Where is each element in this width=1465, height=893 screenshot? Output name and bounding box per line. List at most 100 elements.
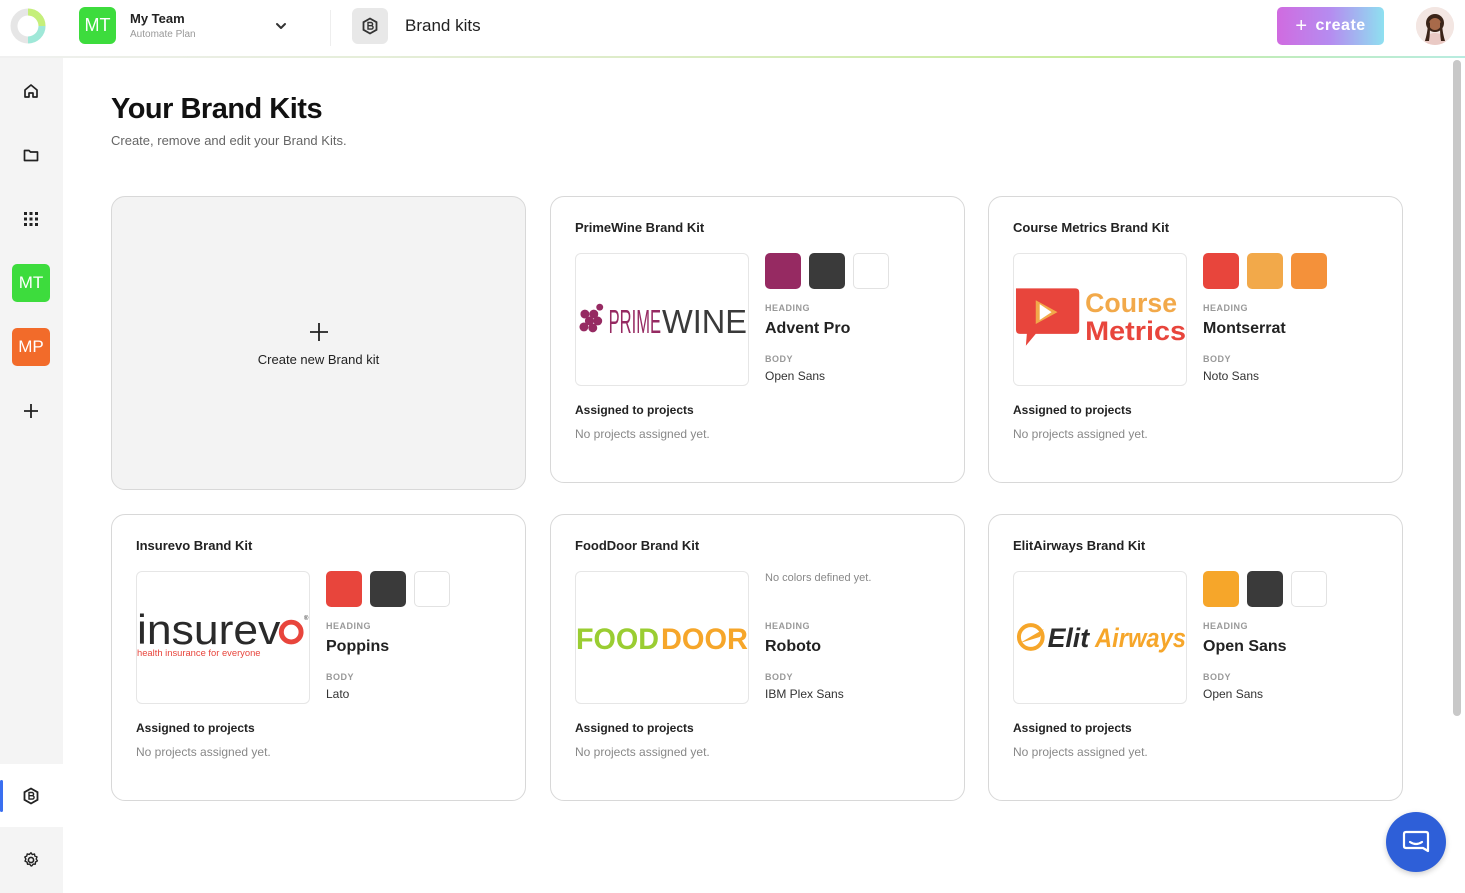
kit-logo: PRIME WINE (575, 253, 749, 386)
body-font: Lato (326, 687, 350, 701)
brand-kit-card-fooddoor[interactable]: FoodDoor Brand Kit FOOD DOOR No colors d… (550, 514, 965, 801)
sidebar-team-mp[interactable]: MP (12, 328, 50, 366)
color-swatch[interactable] (1247, 571, 1283, 607)
assigned-label: Assigned to projects (575, 403, 694, 417)
brand-kit-card-insurevo[interactable]: Insurevo Brand Kit insurev ® health insu… (111, 514, 526, 801)
chat-support-button[interactable] (1386, 812, 1446, 872)
app-logo-icon[interactable] (10, 5, 46, 47)
assigned-label: Assigned to projects (1013, 721, 1132, 735)
assigned-label: Assigned to projects (1013, 403, 1132, 417)
assigned-value: No projects assigned yet. (575, 427, 710, 441)
chat-icon (1402, 830, 1430, 853)
heading-label: HEADING (765, 621, 811, 631)
color-swatch[interactable] (1291, 571, 1327, 607)
heading-font: Roboto (765, 638, 821, 655)
sidebar-team-mt[interactable]: MT (12, 264, 50, 302)
logo-text-wine: WINE (662, 303, 747, 340)
kit-logo: FOOD DOOR (575, 571, 749, 704)
color-swatch[interactable] (414, 571, 450, 607)
kit-name: Course Metrics Brand Kit (1013, 220, 1170, 235)
body-font: Open Sans (765, 369, 826, 383)
sidebar: MT MP (0, 58, 63, 893)
kit-logo: insurev ® health insurance for everyone (136, 571, 310, 704)
no-colors-text: No colors defined yet. (765, 572, 872, 584)
apps-grid-icon[interactable] (12, 200, 50, 238)
color-swatch[interactable] (370, 571, 406, 607)
heading-label: HEADING (765, 303, 811, 313)
logo-text-food: FOOD (576, 622, 659, 655)
brand-kit-nav-icon[interactable] (12, 777, 50, 815)
kit-name: ElitAirways Brand Kit (1013, 538, 1146, 553)
heading-font: Open Sans (1203, 638, 1287, 655)
heading-font: Advent Pro (765, 320, 851, 337)
brand-kit-card-primewine[interactable]: PrimeWine Brand Kit PRIME WINE HEADING A… (550, 196, 965, 483)
logo-text-door: DOOR (661, 622, 748, 655)
assigned-value: No projects assigned yet. (1013, 745, 1148, 759)
header-accent-line (0, 56, 1465, 58)
color-swatch[interactable] (1291, 253, 1327, 289)
color-swatch[interactable] (853, 253, 889, 289)
body-label: BODY (1203, 354, 1232, 364)
heading-font: Montserrat (1203, 320, 1286, 337)
team-plan: Automate Plan (130, 29, 196, 40)
color-swatch[interactable] (1203, 571, 1239, 607)
create-button[interactable]: + create (1277, 7, 1384, 45)
active-indicator (0, 780, 3, 812)
scrollbar[interactable] (1453, 60, 1461, 716)
color-swatches (1203, 571, 1327, 607)
color-swatch[interactable] (1247, 253, 1283, 289)
body-label: BODY (765, 354, 794, 364)
user-avatar[interactable] (1416, 7, 1454, 45)
chevron-down-icon[interactable] (271, 16, 291, 36)
kit-logo: Elit Airways (1013, 571, 1187, 704)
color-swatches (326, 571, 450, 607)
logo-tagline: health insurance for everyone (137, 646, 261, 657)
kit-name: PrimeWine Brand Kit (575, 220, 705, 235)
plus-icon: + (1295, 14, 1308, 37)
create-brand-kit-card[interactable]: Create new Brand kit (111, 196, 526, 490)
kit-name: FoodDoor Brand Kit (575, 538, 700, 553)
svg-text:®: ® (304, 615, 309, 622)
heading-label: HEADING (1203, 621, 1249, 631)
color-swatch[interactable] (326, 571, 362, 607)
kit-logo: Course Metrics (1013, 253, 1187, 386)
create-button-label: create (1315, 17, 1366, 34)
create-brand-kit-label: Create new Brand kit (257, 351, 380, 367)
plus-icon (309, 320, 329, 346)
brand-kit-card-course-metrics[interactable]: Course Metrics Brand Kit Course Metrics … (988, 196, 1403, 483)
add-team-icon[interactable] (12, 392, 50, 430)
logo-text-airways: Airways (1094, 622, 1186, 652)
heading-font: Poppins (326, 638, 390, 655)
page-title: Your Brand Kits (111, 93, 323, 125)
folder-icon[interactable] (12, 136, 50, 174)
brand-kit-card-elitairways[interactable]: ElitAirways Brand Kit Elit Airways HEADI… (988, 514, 1403, 801)
body-label: BODY (1203, 672, 1232, 682)
assigned-value: No projects assigned yet. (1013, 427, 1148, 441)
body-label: BODY (765, 672, 794, 682)
assigned-value: No projects assigned yet. (136, 745, 271, 759)
page-subtitle: Create, remove and edit your Brand Kits. (111, 133, 347, 148)
logo-text-prime: PRIME (609, 303, 661, 340)
logo-text-metrics: Metrics (1085, 315, 1186, 345)
assigned-label: Assigned to projects (575, 721, 694, 735)
color-swatch[interactable] (1203, 253, 1239, 289)
body-font: IBM Plex Sans (765, 687, 844, 701)
heading-label: HEADING (1203, 303, 1249, 313)
body-label: BODY (326, 672, 355, 682)
page-section-title: Brand kits (405, 16, 481, 35)
home-icon[interactable] (12, 72, 50, 110)
logo-text-elit: Elit (1048, 622, 1091, 652)
color-swatch[interactable] (809, 253, 845, 289)
assigned-value: No projects assigned yet. (575, 745, 710, 759)
assigned-label: Assigned to projects (136, 721, 255, 735)
team-avatar[interactable]: MT (79, 7, 116, 44)
color-swatches (765, 253, 889, 289)
logo-text-course: Course (1085, 288, 1177, 318)
team-name[interactable]: My Team (130, 11, 185, 26)
kit-name: Insurevo Brand Kit (136, 538, 253, 553)
divider (330, 10, 331, 46)
body-font: Open Sans (1203, 687, 1264, 701)
color-swatch[interactable] (765, 253, 801, 289)
color-swatches (1203, 253, 1327, 289)
settings-gear-icon[interactable] (12, 841, 50, 879)
